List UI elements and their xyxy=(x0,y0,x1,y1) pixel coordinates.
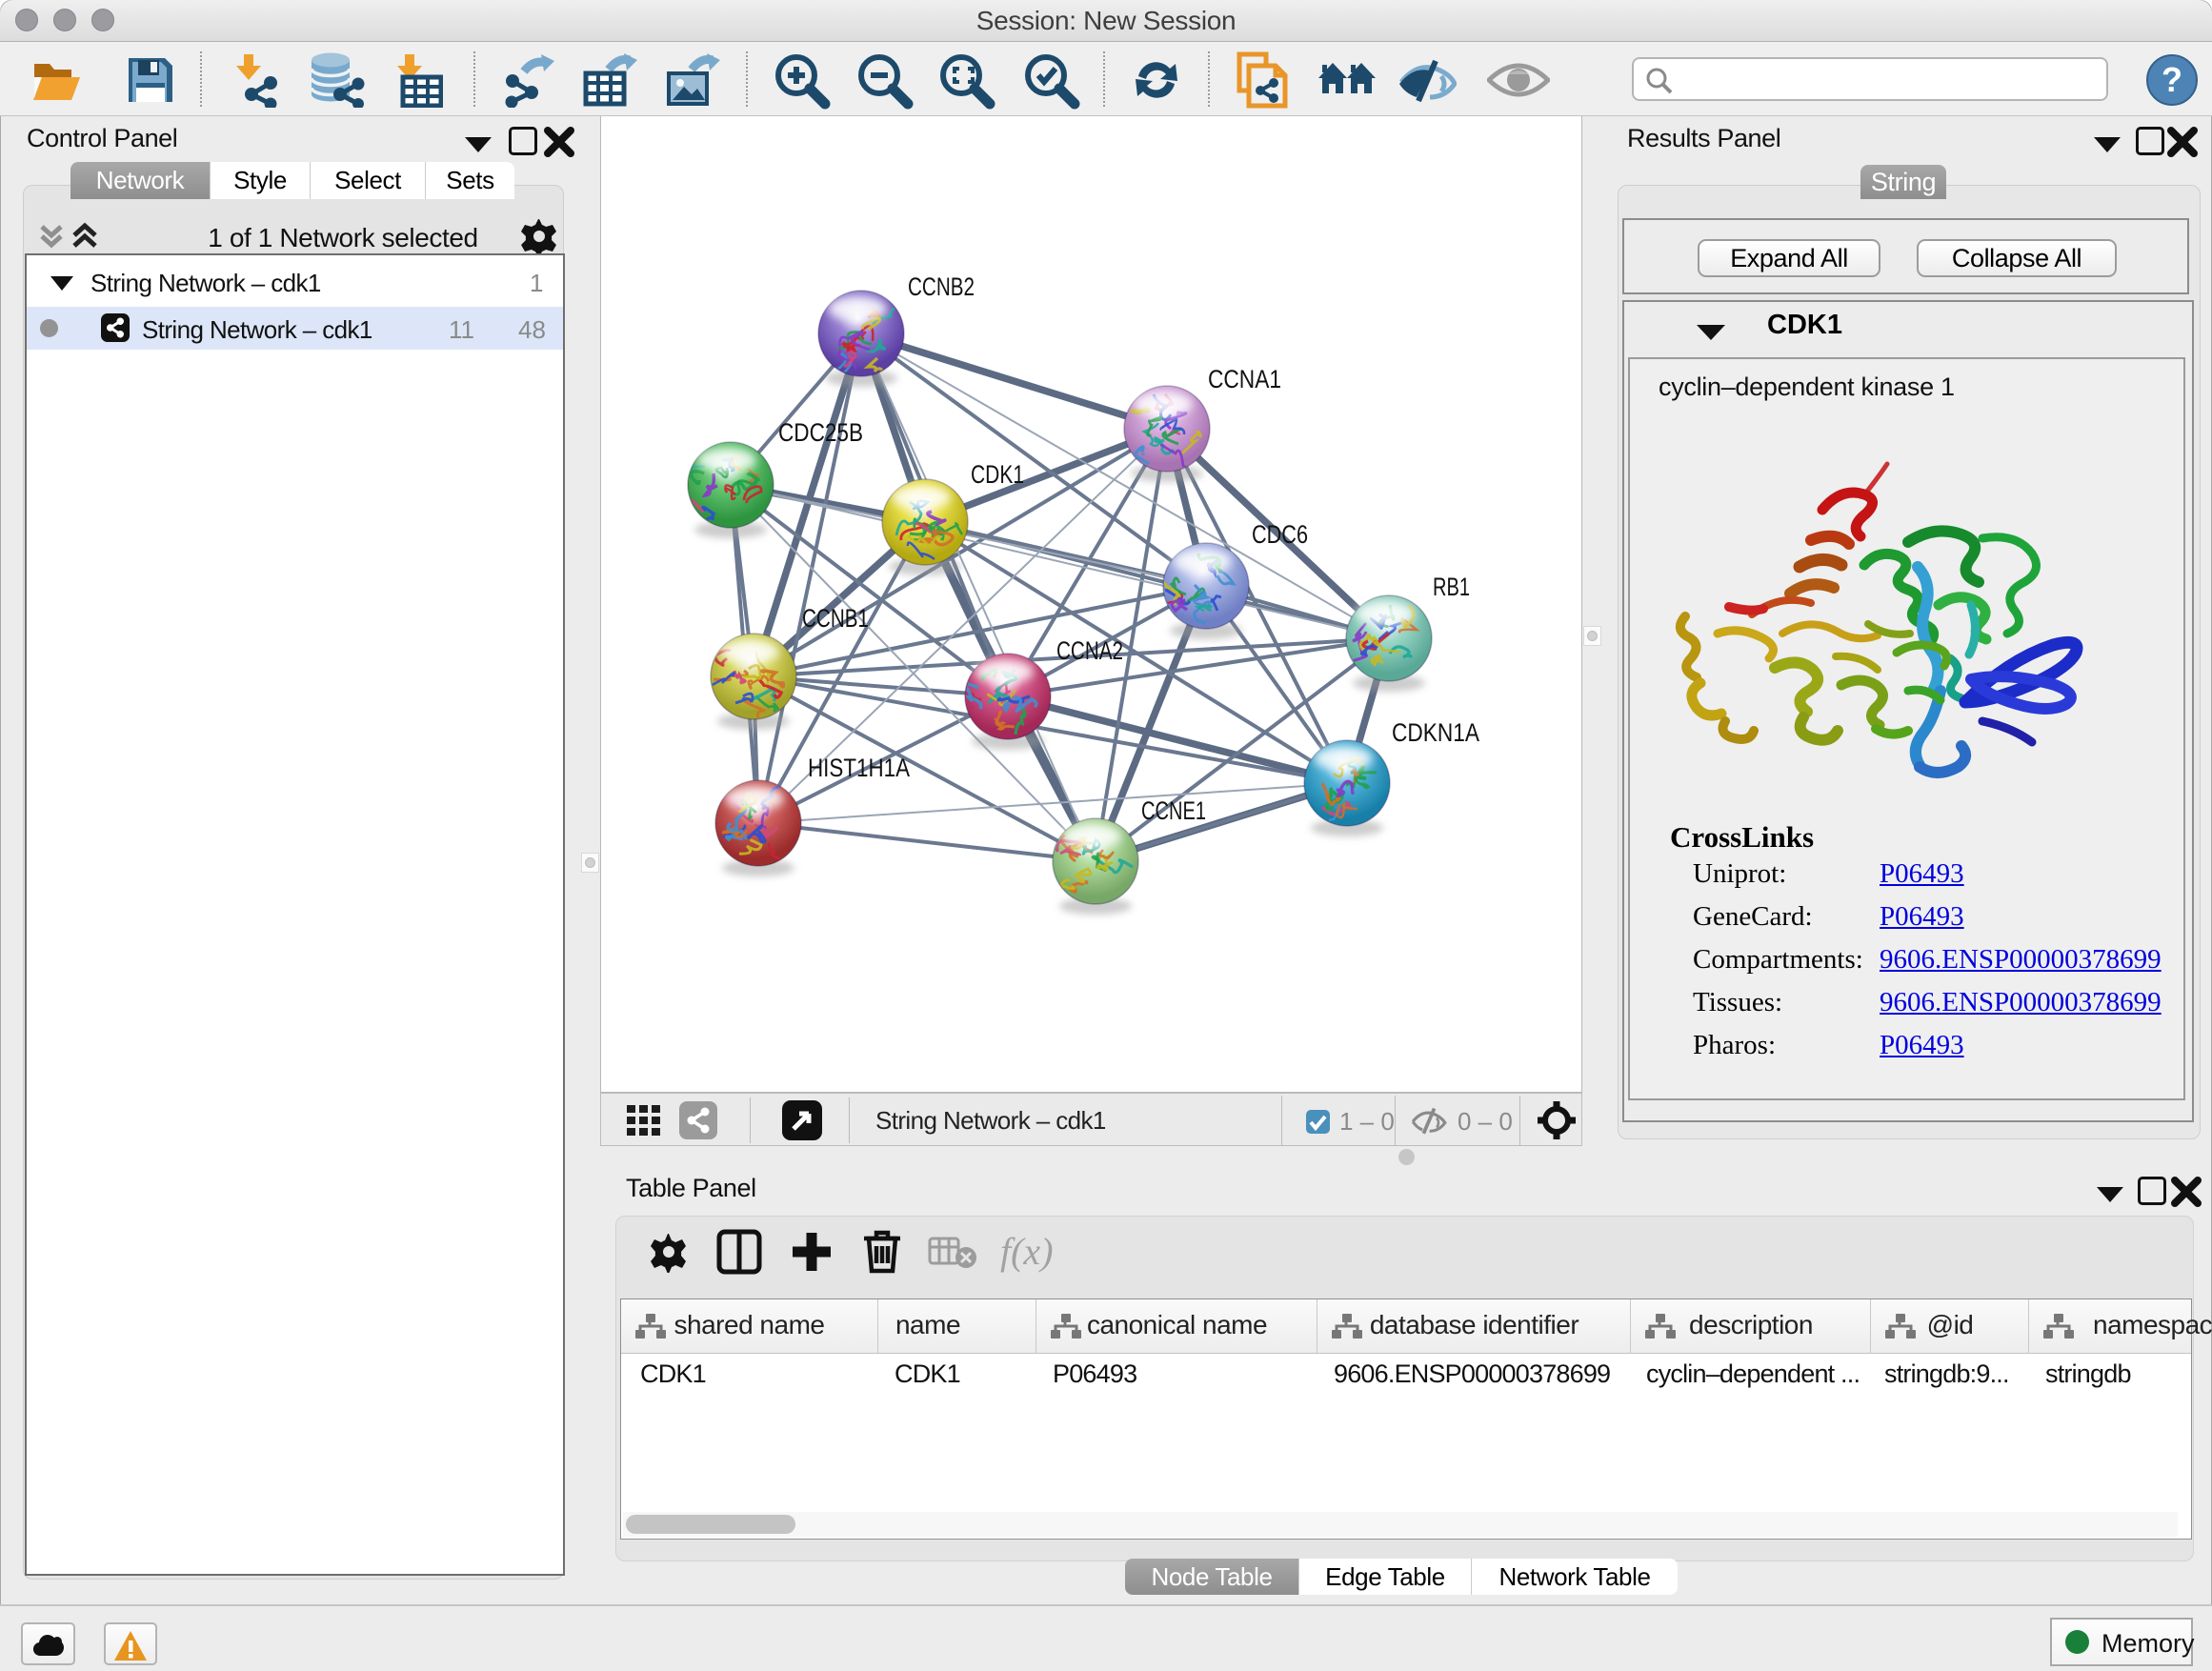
svg-text:CCNB1: CCNB1 xyxy=(802,604,869,633)
svg-text:CDKN1A: CDKN1A xyxy=(1392,718,1479,747)
svg-text:CDC6: CDC6 xyxy=(1252,520,1308,549)
svg-text:RB1: RB1 xyxy=(1433,573,1470,601)
svg-text:CCNE1: CCNE1 xyxy=(1141,796,1206,825)
svg-text:CCNA2: CCNA2 xyxy=(1056,636,1123,665)
svg-text:CCNB2: CCNB2 xyxy=(908,272,975,301)
svg-text:HIST1H1A: HIST1H1A xyxy=(808,754,910,782)
svg-text:CCNA1: CCNA1 xyxy=(1208,365,1281,393)
svg-text:CDC25B: CDC25B xyxy=(778,418,863,447)
svg-text:CDK1: CDK1 xyxy=(971,460,1024,489)
svg-text:?: ? xyxy=(2162,60,2182,99)
